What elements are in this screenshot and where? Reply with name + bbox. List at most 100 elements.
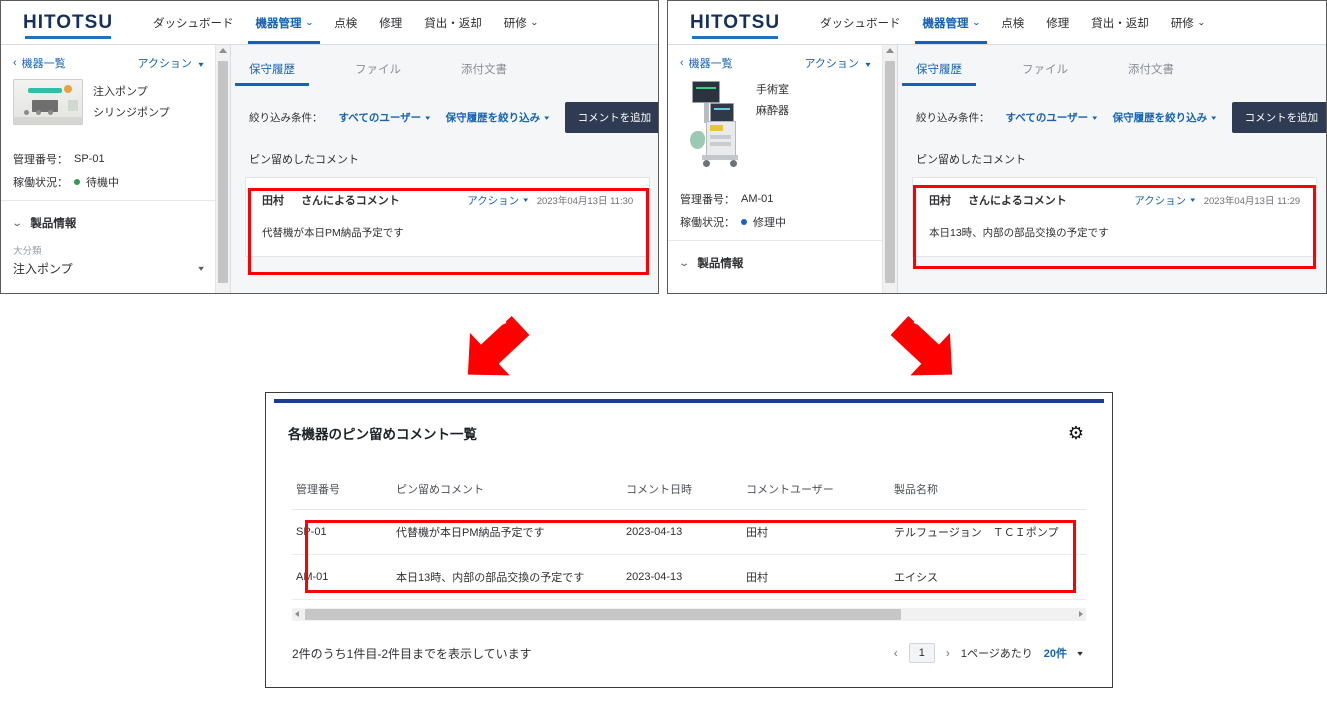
nav-item-lending-return[interactable]: 貸出・返却	[1089, 1, 1151, 44]
scrollbar-thumb[interactable]	[885, 61, 895, 283]
filter-bar-right: 絞り込み条件： すべてのユーザー ▾ 保守履歴を絞り込み ▾ コメントを追加	[898, 86, 1326, 133]
app-logo[interactable]: HITOTSU	[690, 13, 780, 39]
operating-status-row: 稼働状況： 待機中	[13, 174, 203, 190]
right-pane-scrollbar[interactable]	[883, 45, 898, 293]
comment-header: 田村 さんによるコメント アクション ▾ 2023年04月13日 11:30	[262, 192, 633, 208]
gear-icon[interactable]: ⚙	[1068, 424, 1084, 442]
tab-attached-documents[interactable]: 添付文書	[461, 61, 507, 86]
add-comment-button[interactable]: コメントを追加	[564, 102, 658, 133]
action-label: アクション	[137, 58, 192, 70]
scroll-left-arrow-icon[interactable]	[295, 611, 299, 617]
nav-label: 点検	[334, 17, 358, 30]
col-header-pinned-comment[interactable]: ピン留めコメント	[392, 473, 622, 510]
operating-status-row: 稼働状況： 修理中	[680, 214, 870, 230]
nav-item-equipment-management[interactable]: 機器管理 ⌄	[914, 1, 988, 44]
scroll-right-arrow-icon[interactable]	[1079, 611, 1083, 617]
chevron-left-icon: ‹	[680, 56, 684, 69]
comment-action-dropdown[interactable]: アクション ▾	[467, 193, 528, 208]
scroll-up-arrow-icon[interactable]	[219, 48, 227, 53]
pinned-comments-report-panel: 各機器のピン留めコメント一覧 ⚙ 管理番号 ピン留めコメント コメント日時 コメ…	[265, 392, 1113, 688]
nav-item-training[interactable]: 研修 ⌄	[502, 1, 540, 44]
add-comment-button[interactable]: コメントを追加	[1231, 102, 1326, 133]
back-to-equipment-list-link[interactable]: ‹ 機器一覧	[680, 55, 733, 71]
cell-product-name: テルフュージョン ＴＣＩポンプ	[890, 509, 1086, 555]
top-navigation-bar: HITOTSU ダッシュボード 機器管理 ⌄ 点検 修理 貸出・返却 研修 ⌄	[1, 1, 658, 45]
logo-underline	[25, 36, 112, 39]
page-number[interactable]: 1	[908, 643, 935, 663]
chevron-down-icon[interactable]: ▾	[1077, 649, 1083, 658]
nav-item-lending-return[interactable]: 貸出・返却	[422, 1, 484, 44]
per-page-value[interactable]: 20件	[1044, 645, 1067, 661]
scrollbar-thumb[interactable]	[218, 61, 228, 283]
nav-item-dashboard[interactable]: ダッシュボード	[151, 1, 236, 44]
back-to-equipment-list-link[interactable]: ‹ 機器一覧	[13, 55, 66, 71]
management-number-label: 管理番号：	[13, 154, 68, 166]
device-info-pane-left: ‹ 機器一覧 アクション ▾ 注入ポンプ シリンジポンプ 管理番号： SP-01…	[1, 45, 216, 293]
comment-datetime: 2023年04月13日 11:29	[1203, 196, 1301, 207]
table-horizontal-scrollbar[interactable]	[292, 608, 1086, 621]
chevron-down-icon: ▾	[198, 60, 204, 69]
nav-item-inspection[interactable]: 点検	[999, 1, 1026, 44]
anesthesia-machine-photo	[688, 79, 746, 171]
field-label: 小分類	[13, 291, 203, 293]
tab-label: 保守履歴	[916, 64, 962, 76]
col-header-comment-user[interactable]: コメントユーザー	[742, 473, 890, 510]
scrollbar-thumb[interactable]	[305, 609, 901, 620]
nav-item-dashboard[interactable]: ダッシュボード	[818, 1, 903, 44]
operating-status-value: 待機中	[86, 177, 119, 189]
tab-maintenance-history[interactable]: 保守履歴	[902, 61, 976, 86]
management-number-label: 管理番号：	[680, 194, 735, 206]
nav-item-equipment-management[interactable]: 機器管理 ⌄	[247, 1, 321, 44]
pinned-comments-table: 管理番号 ピン留めコメント コメント日時 コメントユーザー 製品名称 SP-01…	[292, 473, 1086, 600]
pinned-comment-card-left: 田村 さんによるコメント アクション ▾ 2023年04月13日 11:30 代…	[245, 177, 651, 257]
nav-label: 研修	[503, 17, 527, 30]
nav-item-inspection[interactable]: 点検	[332, 1, 359, 44]
filter-user-dropdown[interactable]: すべてのユーザー ▾	[1006, 110, 1098, 125]
tab-files[interactable]: ファイル	[355, 61, 401, 86]
field-major-category-left[interactable]: 大分類 注入ポンプ ▾	[1, 239, 215, 281]
chevron-down-icon: ⌄	[11, 217, 24, 229]
field-minor-category-left[interactable]: 小分類	[1, 287, 215, 293]
cell-pinned-comment: 本日13時、内部の部品交換の予定です	[392, 554, 622, 600]
tab-label: ファイル	[355, 64, 401, 76]
pane-action-dropdown[interactable]: アクション ▾	[804, 55, 870, 71]
comment-header: 田村 さんによるコメント アクション ▾ 2023年04月13日 11:29	[929, 192, 1300, 208]
product-info-section-header-left[interactable]: ⌄ 製品情報	[1, 201, 215, 239]
nav-item-repair[interactable]: 修理	[377, 1, 404, 44]
pinned-comments-label-left: ピン留めしたコメント	[249, 154, 359, 166]
nav-item-repair[interactable]: 修理	[1044, 1, 1071, 44]
detail-tabs-right: 保守履歴 ファイル 添付文書	[898, 45, 1326, 86]
table-row[interactable]: SP-01 代替機が本日PM納品予定です 2023-04-13 田村 テルフュー…	[292, 509, 1086, 555]
comment-author-name: 田村	[262, 195, 284, 207]
col-header-product-name[interactable]: 製品名称	[890, 473, 1086, 510]
filter-user-dropdown[interactable]: すべてのユーザー ▾	[339, 110, 431, 125]
product-info-section-header-right[interactable]: ⌄ 製品情報	[668, 241, 882, 279]
filter-bar-left: 絞り込み条件： すべてのユーザー ▾ 保守履歴を絞り込み ▾ コメントを追加	[231, 86, 658, 133]
filter-history-dropdown[interactable]: 保守履歴を絞り込み ▾	[1113, 110, 1217, 125]
table-row[interactable]: AM-01 本日13時、内部の部品交換の予定です 2023-04-13 田村 エ…	[292, 554, 1086, 600]
comment-body: 代替機が本日PM納品予定です	[262, 227, 404, 239]
chevron-down-icon: ⌄	[678, 257, 691, 269]
left-pane-scrollbar[interactable]	[216, 45, 231, 293]
device-category: 注入ポンプ	[93, 86, 148, 98]
prev-page-button[interactable]: ‹	[894, 646, 898, 660]
tab-attached-documents[interactable]: 添付文書	[1128, 61, 1174, 86]
next-page-button[interactable]: ›	[946, 646, 950, 660]
pane-action-dropdown[interactable]: アクション ▾	[137, 55, 203, 71]
app-logo[interactable]: HITOTSU	[23, 13, 113, 39]
col-header-management-number[interactable]: 管理番号	[292, 473, 392, 510]
col-header-comment-datetime[interactable]: コメント日時	[622, 473, 742, 510]
chevron-down-icon: ⌄	[529, 18, 539, 27]
tab-active-underline	[235, 83, 309, 86]
tab-maintenance-history[interactable]: 保守履歴	[235, 61, 309, 86]
cell-comment-datetime: 2023-04-13	[622, 554, 742, 600]
comment-action-dropdown[interactable]: アクション ▾	[1134, 193, 1195, 208]
management-number-value: SP-01	[74, 153, 105, 165]
tab-files[interactable]: ファイル	[1022, 61, 1068, 86]
scroll-up-arrow-icon[interactable]	[886, 48, 894, 53]
chevron-left-icon: ‹	[13, 56, 17, 69]
chevron-down-icon: ▾	[425, 114, 431, 122]
nav-item-training[interactable]: 研修 ⌄	[1169, 1, 1207, 44]
window-left-device-detail: HITOTSU ダッシュボード 機器管理 ⌄ 点検 修理 貸出・返却 研修 ⌄ …	[0, 0, 659, 294]
filter-history-dropdown[interactable]: 保守履歴を絞り込み ▾	[446, 110, 550, 125]
